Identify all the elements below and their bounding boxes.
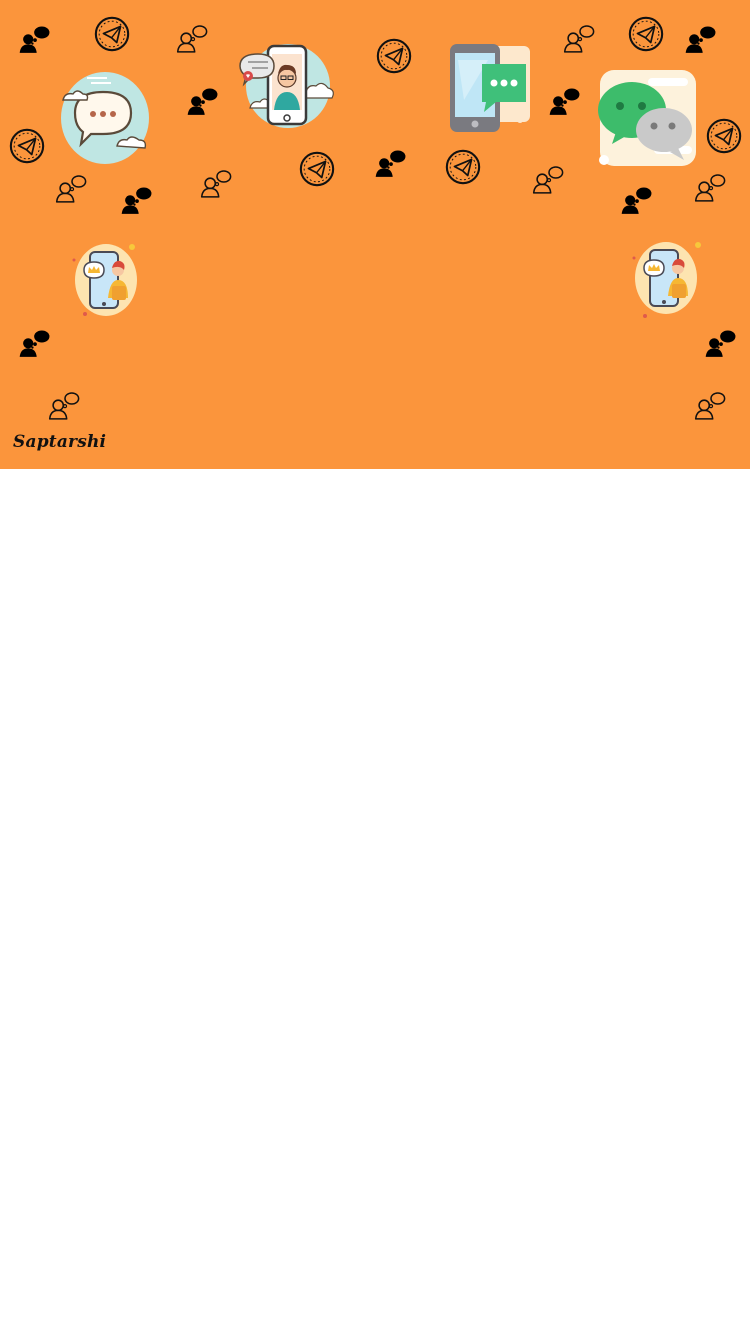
person-thought-filled-icon [18, 328, 52, 362]
brand-signature: Saptarshi [13, 432, 107, 452]
telegram-circle-icon [8, 127, 46, 165]
person-thought-outline-icon [55, 173, 89, 207]
person-thought-outline-icon [176, 23, 210, 57]
person-thought-outline-icon [694, 390, 728, 424]
wechat-bubbles-illustration [590, 64, 700, 170]
telegram-circle-icon [444, 148, 482, 186]
telegram-circle-icon [705, 117, 743, 155]
phone-user-crown-illustration [68, 240, 142, 320]
person-thought-outline-icon [563, 23, 597, 57]
person-thought-filled-icon [18, 24, 52, 58]
person-thought-outline-icon [48, 390, 82, 424]
telegram-circle-icon [375, 37, 413, 75]
telegram-circle-icon [298, 150, 336, 188]
person-thought-filled-icon [620, 185, 654, 219]
chat-bubble-cloud-illustration [55, 68, 155, 168]
person-thought-filled-icon [548, 86, 582, 120]
person-thought-filled-icon [704, 328, 738, 362]
telegram-circle-icon [627, 15, 665, 53]
phone-avatar-chat-illustration [236, 36, 336, 132]
person-thought-filled-icon [120, 185, 154, 219]
person-thought-outline-icon [200, 168, 234, 202]
person-thought-filled-icon [684, 24, 718, 58]
person-thought-filled-icon [374, 148, 408, 182]
person-thought-outline-icon [694, 172, 728, 206]
person-thought-outline-icon [532, 164, 566, 198]
telegram-circle-icon [93, 15, 131, 53]
phone-user-crown-illustration [628, 238, 702, 318]
content-area [0, 469, 750, 1334]
header-banner: Saptarshi [0, 0, 750, 469]
person-thought-filled-icon [186, 86, 220, 120]
phone-message-illustration [440, 40, 536, 136]
